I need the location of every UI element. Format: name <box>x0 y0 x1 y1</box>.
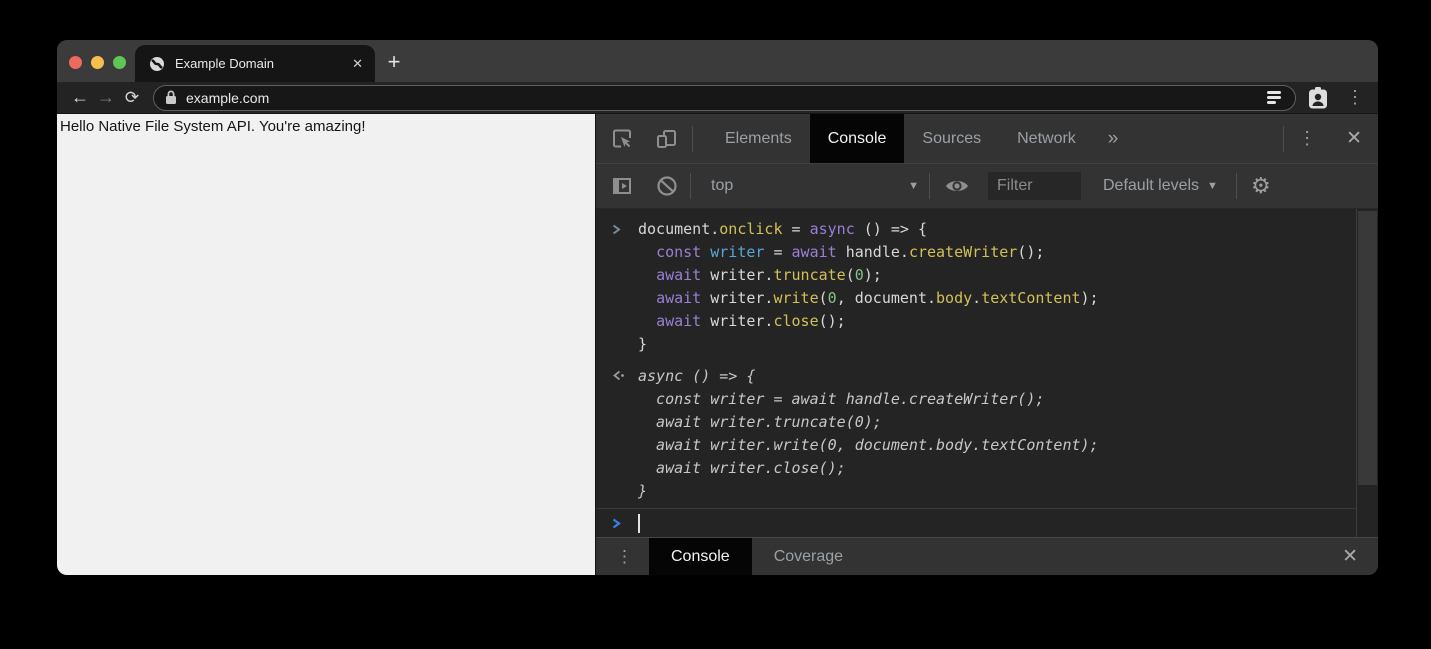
returned-value-icon <box>611 369 625 385</box>
drawer-tab-console[interactable]: Console <box>649 538 752 575</box>
back-icon[interactable]: ← <box>67 87 93 108</box>
tab-console[interactable]: Console <box>810 114 905 163</box>
browser-menu-kebab-icon[interactable]: ⋮ <box>1346 87 1364 108</box>
reload-icon[interactable]: ⟳ <box>119 88 145 108</box>
inspect-element-icon[interactable] <box>596 114 644 163</box>
divider <box>1236 173 1237 199</box>
window-controls <box>69 56 126 69</box>
devtools-drawer: ⋮ Console Coverage ✕ <box>596 537 1378 575</box>
devtools-panel: Elements Console Sources Network » ⋮ ✕ <box>595 114 1378 575</box>
context-label: top <box>711 177 733 195</box>
tab-sources[interactable]: Sources <box>904 114 999 163</box>
tab-close-icon[interactable]: ✕ <box>352 56 363 72</box>
maximize-window-button[interactable] <box>113 56 126 69</box>
console-result-code: async () => { const writer = await handl… <box>638 365 1348 503</box>
webpage-viewport: Hello Native File System API. You're ama… <box>57 114 595 575</box>
command-chevron-icon <box>611 222 625 238</box>
address-bar: ← → ⟳ example.com <box>57 82 1378 114</box>
console-result-entry: async () => { const writer = await handl… <box>596 361 1378 508</box>
page-favicon-globe-icon <box>149 56 165 72</box>
devtools-tabbar: Elements Console Sources Network » ⋮ ✕ <box>596 114 1378 164</box>
filter-input[interactable] <box>997 177 1077 195</box>
drawer-close-icon[interactable]: ✕ <box>1322 538 1378 575</box>
device-toolbar-icon[interactable] <box>644 114 692 163</box>
text-cursor <box>638 514 640 533</box>
console-scrollbar[interactable] <box>1356 209 1378 537</box>
log-levels-label: Default levels <box>1103 177 1199 195</box>
tab-strip: Example Domain ✕ + <box>57 40 1378 82</box>
browser-window: Example Domain ✕ + ← → ⟳ example.com <box>57 40 1378 575</box>
url-text: example.com <box>186 90 1267 106</box>
console-command-code: document.onclick = async () => { const w… <box>638 218 1348 356</box>
live-expression-eye-icon[interactable] <box>930 176 970 196</box>
log-levels-dropdown[interactable]: Default levels ▼ <box>1103 177 1218 195</box>
profile-avatar-icon[interactable] <box>1308 87 1328 109</box>
chevron-down-icon: ▼ <box>908 180 929 192</box>
console-command-entry: document.onclick = async () => { const w… <box>596 218 1378 361</box>
console-prompt[interactable] <box>596 508 1378 537</box>
filter-input-wrapper <box>988 172 1081 200</box>
console-messages: document.onclick = async () => { const w… <box>596 209 1378 508</box>
tab-title: Example Domain <box>175 56 352 71</box>
console-toolbar: top ▼ Default levels ▼ <box>596 164 1378 209</box>
javascript-context-select[interactable]: top ▼ <box>691 177 929 195</box>
divider <box>692 126 693 152</box>
chevron-down-icon: ▼ <box>1207 180 1218 192</box>
devtools-menu-kebab-icon[interactable]: ⋮ <box>1284 114 1330 163</box>
lock-icon <box>165 90 177 105</box>
tab-network[interactable]: Network <box>999 114 1094 163</box>
console-log-area[interactable]: document.onclick = async () => { const w… <box>596 209 1378 537</box>
prompt-chevron-icon <box>611 516 625 532</box>
minimize-window-button[interactable] <box>91 56 104 69</box>
clear-console-icon[interactable] <box>644 175 690 197</box>
drawer-menu-kebab-icon[interactable]: ⋮ <box>596 538 649 575</box>
tab-elements[interactable]: Elements <box>707 114 810 163</box>
list-icon[interactable] <box>1267 91 1281 104</box>
page-body-text: Hello Native File System API. You're ama… <box>60 118 366 135</box>
devtools-close-icon[interactable]: ✕ <box>1330 114 1378 163</box>
drawer-tab-coverage[interactable]: Coverage <box>752 538 865 575</box>
more-tabs-icon[interactable]: » <box>1094 114 1133 163</box>
console-sidebar-toggle-icon[interactable] <box>602 174 644 198</box>
omnibox[interactable]: example.com <box>153 85 1296 111</box>
close-window-button[interactable] <box>69 56 82 69</box>
console-settings-gear-icon[interactable]: ⚙ <box>1251 175 1277 197</box>
forward-icon[interactable]: → <box>93 87 119 108</box>
new-tab-button[interactable]: + <box>379 48 409 78</box>
browser-tab[interactable]: Example Domain ✕ <box>135 45 375 82</box>
scrollbar-thumb[interactable] <box>1358 211 1377 485</box>
